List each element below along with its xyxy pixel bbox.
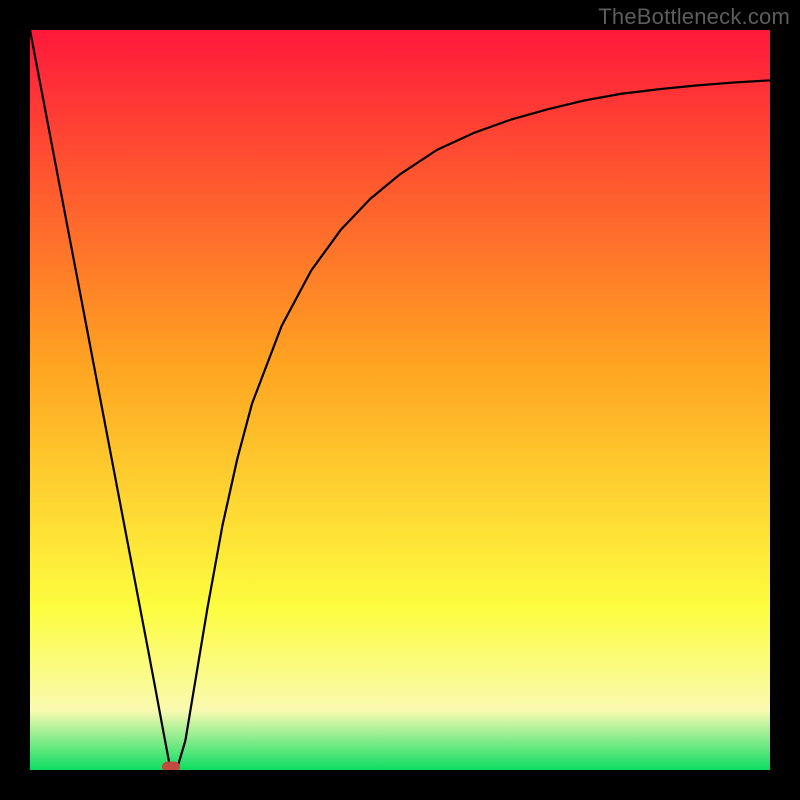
chart-frame: TheBottleneck.com bbox=[0, 0, 800, 800]
chart-svg bbox=[30, 30, 770, 770]
plot-area bbox=[30, 30, 770, 770]
gradient-background bbox=[30, 30, 770, 770]
minimum-marker bbox=[162, 762, 180, 771]
watermark-text: TheBottleneck.com bbox=[598, 4, 790, 30]
